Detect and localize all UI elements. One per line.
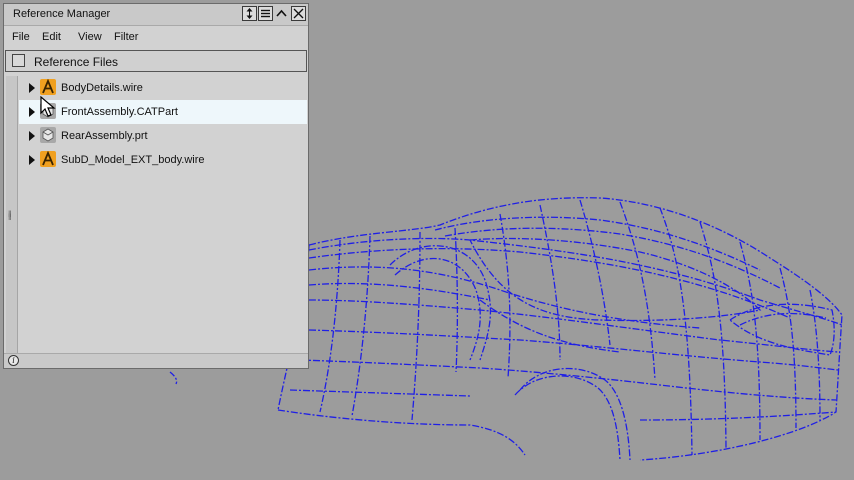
file-name: RearAssembly.prt <box>61 130 148 142</box>
expand-arrow-icon[interactable] <box>29 107 35 117</box>
menu-view[interactable]: View <box>78 31 102 43</box>
alias-wire-icon <box>40 79 56 95</box>
file-name: BodyDetails.wire <box>61 82 143 94</box>
file-row[interactable]: FrontAssembly.CATPart <box>19 100 307 124</box>
window-title: Reference Manager <box>13 8 111 20</box>
expand-arrow-icon[interactable] <box>29 83 35 93</box>
file-name: SubD_Model_EXT_body.wire <box>61 154 205 166</box>
menu-icon[interactable] <box>258 6 273 21</box>
title-bar[interactable]: Reference Manager <box>4 4 308 26</box>
menu-file[interactable]: File <box>12 31 30 43</box>
collapse-icon[interactable] <box>274 6 289 21</box>
close-icon[interactable] <box>291 6 306 21</box>
prt-part-icon <box>40 127 56 143</box>
file-row[interactable]: BodyDetails.wire <box>19 76 307 100</box>
splitter-grip-icon[interactable]: ‖ ‖ <box>8 210 12 222</box>
menu-edit[interactable]: Edit <box>42 31 61 43</box>
expand-arrow-icon[interactable] <box>29 155 35 165</box>
file-row[interactable]: RearAssembly.prt <box>19 124 307 148</box>
info-icon[interactable]: i <box>8 355 19 366</box>
reference-files-checkbox[interactable] <box>12 54 25 67</box>
file-row[interactable]: SubD_Model_EXT_body.wire <box>19 148 307 172</box>
reference-file-list: BodyDetails.wire FrontAssembly.CATPart R… <box>19 76 307 356</box>
menu-filter[interactable]: Filter <box>114 31 138 43</box>
panel-splitter[interactable]: ‖ ‖ <box>6 76 18 356</box>
file-name: FrontAssembly.CATPart <box>61 106 178 118</box>
expand-arrow-icon[interactable] <box>29 131 35 141</box>
mouse-cursor-icon <box>40 96 56 117</box>
reference-files-header[interactable]: Reference Files <box>5 50 307 72</box>
reference-files-label: Reference Files <box>34 55 119 69</box>
status-bar: i <box>4 353 308 368</box>
menu-bar: File Edit View Filter <box>4 26 308 48</box>
reference-manager-panel: Reference Manager File Edit View Filter … <box>3 3 309 369</box>
alias-wire-icon <box>40 151 56 167</box>
resize-icon[interactable] <box>242 6 257 21</box>
